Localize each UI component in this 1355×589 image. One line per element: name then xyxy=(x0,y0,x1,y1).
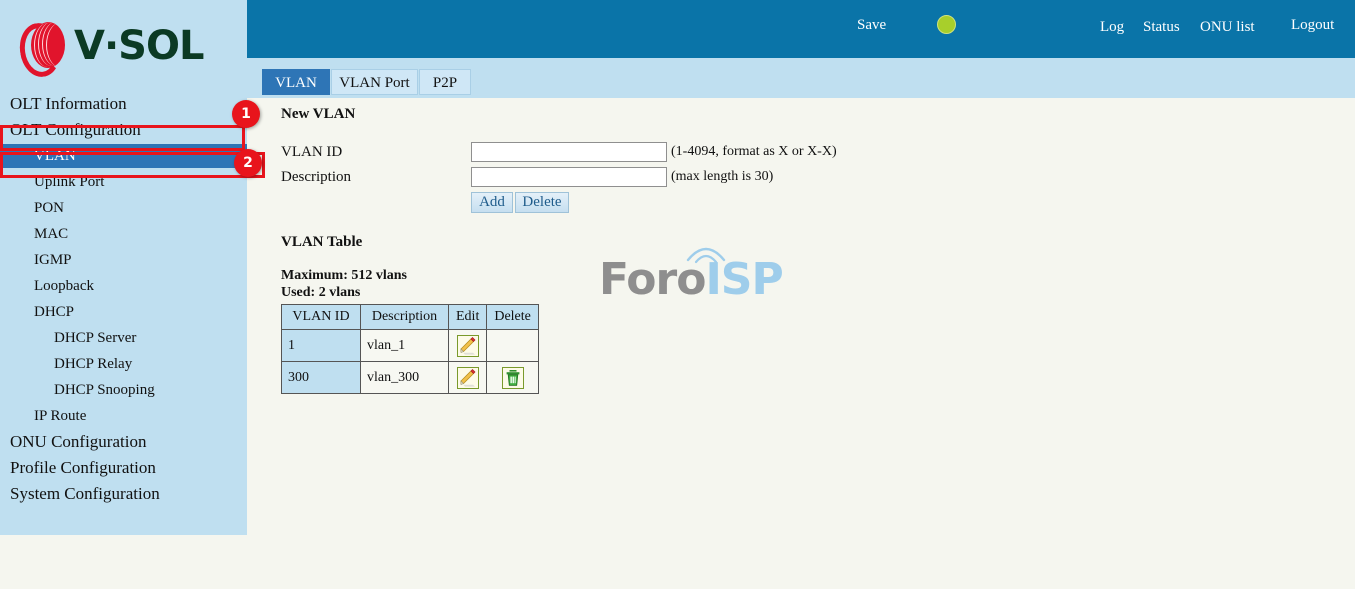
vlan-maximum-count: Maximum: 512 vlans xyxy=(281,268,407,283)
brand-name: V·SOL xyxy=(74,23,204,69)
cell-edit[interactable] xyxy=(447,329,488,362)
column-header-description: Description xyxy=(360,304,449,330)
cell-vlan-id: 1 xyxy=(281,329,361,362)
status-link[interactable]: Status xyxy=(1143,19,1180,36)
cell-description: vlan_1 xyxy=(360,329,449,362)
table-row: 1 vlan_1 xyxy=(281,329,539,362)
sidebar-item-dhcp-snooping[interactable]: DHCP Snooping xyxy=(0,378,247,402)
trash-can-icon[interactable] xyxy=(501,366,524,389)
sidebar-item-uplink-port[interactable]: Uplink Port xyxy=(0,170,247,194)
column-header-edit: Edit xyxy=(447,304,488,330)
sidebar-item-ip-route[interactable]: IP Route xyxy=(0,404,247,428)
foroisp-watermark: ForoISP xyxy=(599,247,784,302)
sidebar-item-mac[interactable]: MAC xyxy=(0,222,247,246)
sidebar-item-pon[interactable]: PON xyxy=(0,196,247,220)
cell-delete[interactable] xyxy=(486,361,539,394)
vsol-olt-web-ui: V·SOL OLT Information OLT Configuration VL… xyxy=(0,0,1355,589)
sidebar-item-vlan[interactable]: VLAN xyxy=(0,144,247,168)
tab-bar: VLAN VLAN Port P2P xyxy=(247,58,1355,98)
sidebar-item-profile-configuration[interactable]: Profile Configuration xyxy=(0,456,247,480)
vlan-table: VLAN ID Description Edit Delete 1 vlan_1 300 v… xyxy=(281,304,539,394)
sidebar-item-olt-information[interactable]: OLT Information xyxy=(0,92,247,116)
edit-pencil-icon[interactable] xyxy=(456,334,479,357)
sidebar-item-onu-configuration[interactable]: ONU Configuration xyxy=(0,430,247,454)
vlan-used-count: Used: 2 vlans xyxy=(281,285,361,300)
description-label: Description xyxy=(281,169,351,185)
top-header-bar: Save Log Status ONU list Logout xyxy=(247,0,1355,58)
column-header-delete: Delete xyxy=(486,304,539,330)
description-input[interactable] xyxy=(471,167,667,187)
cell-vlan-id: 300 xyxy=(281,361,361,394)
edit-pencil-icon[interactable] xyxy=(456,366,479,389)
new-vlan-heading: New VLAN xyxy=(281,106,356,122)
onu-list-link[interactable]: ONU list xyxy=(1200,19,1255,36)
add-button[interactable]: Add xyxy=(471,192,513,213)
column-header-vlan-id: VLAN ID xyxy=(281,304,361,330)
vlan-id-input[interactable] xyxy=(471,142,667,162)
sidebar-item-igmp[interactable]: IGMP xyxy=(0,248,247,272)
cell-delete xyxy=(486,329,539,362)
description-hint: (max length is 30) xyxy=(671,169,774,184)
save-button[interactable]: Save xyxy=(857,17,886,34)
vsol-swirl-icon xyxy=(16,20,66,80)
table-header-row: VLAN ID Description Edit Delete xyxy=(281,304,539,330)
delete-button[interactable]: Delete xyxy=(515,192,569,213)
sidebar-item-dhcp-relay[interactable]: DHCP Relay xyxy=(0,352,247,376)
vlan-table-heading: VLAN Table xyxy=(281,234,363,250)
sidebar-item-dhcp[interactable]: DHCP xyxy=(0,300,247,324)
tab-vlan-port[interactable]: VLAN Port xyxy=(331,69,418,95)
status-indicator-dot xyxy=(937,15,956,34)
sidebar: V·SOL OLT Information OLT Configuration VL… xyxy=(0,0,247,535)
brand-logo: V·SOL xyxy=(0,0,247,92)
vlan-id-hint: (1-4094, format as X or X-X) xyxy=(671,144,837,159)
sidebar-item-dhcp-server[interactable]: DHCP Server xyxy=(0,326,247,350)
sidebar-item-system-configuration[interactable]: System Configuration xyxy=(0,482,247,506)
log-link[interactable]: Log xyxy=(1100,19,1124,36)
main-content: New VLAN VLAN ID (1-4094, format as X or… xyxy=(247,98,1355,589)
logout-link[interactable]: Logout xyxy=(1291,17,1334,34)
cell-description: vlan_300 xyxy=(360,361,449,394)
cell-edit[interactable] xyxy=(447,361,488,394)
sidebar-item-olt-configuration[interactable]: OLT Configuration xyxy=(0,118,247,142)
table-body: 1 vlan_1 300 vlan_300 xyxy=(281,329,539,394)
vlan-id-label: VLAN ID xyxy=(281,144,343,160)
sidebar-nav: OLT Information OLT Configuration VLAN Upli… xyxy=(0,92,247,508)
tab-vlan[interactable]: VLAN xyxy=(262,69,330,95)
wifi-arc-icon xyxy=(686,247,726,264)
sidebar-item-loopback[interactable]: Loopback xyxy=(0,274,247,298)
tab-p2p[interactable]: P2P xyxy=(419,69,471,95)
table-row: 300 vlan_300 xyxy=(281,361,539,394)
